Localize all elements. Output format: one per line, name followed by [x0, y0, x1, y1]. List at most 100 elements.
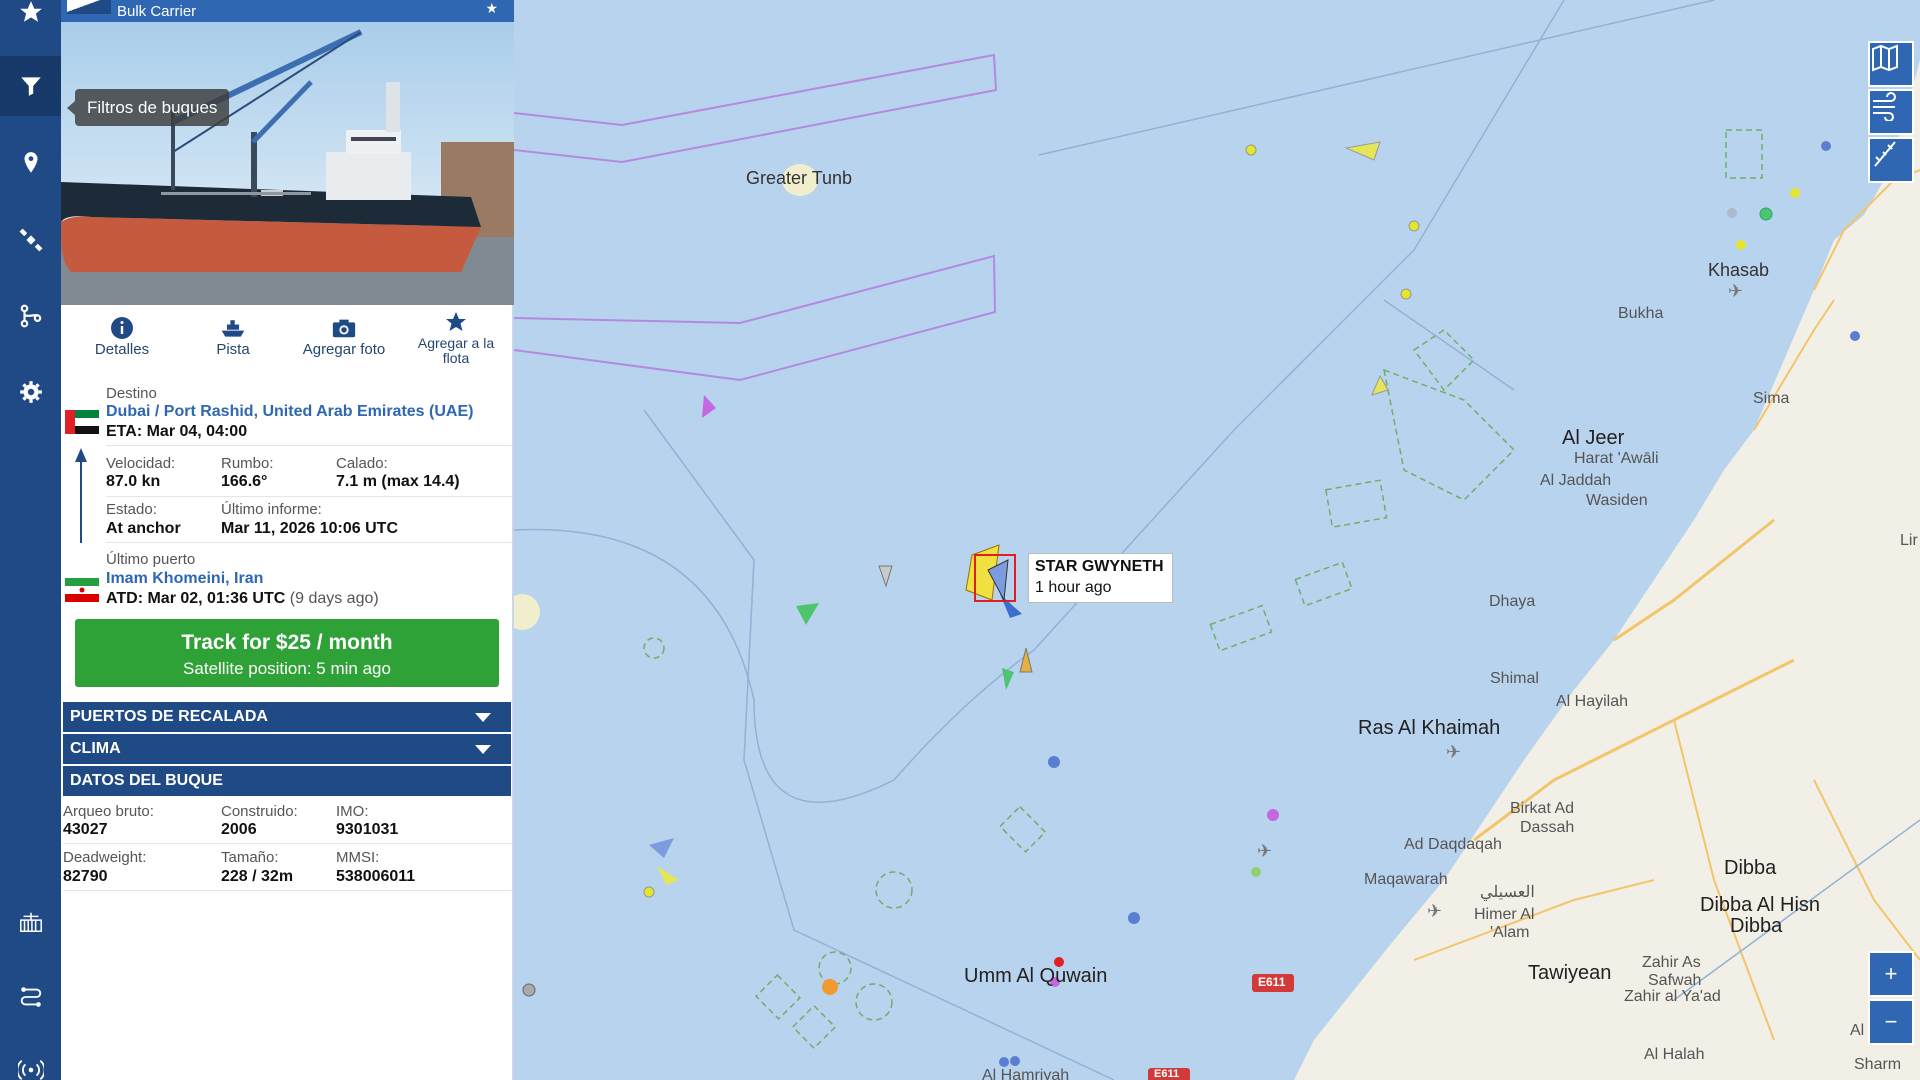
svg-text:✈: ✈: [1257, 841, 1272, 862]
place-zahir-3: Zahir al Ya'ad: [1624, 988, 1721, 1005]
place-al-jaddah: Al Jaddah: [1540, 472, 1612, 489]
filter-tooltip: Filtros de buques: [66, 89, 230, 126]
place-sima: Sima: [1753, 390, 1790, 407]
destination-label: Destino: [106, 385, 157, 402]
add-fleet-label-1: Agregar a la: [417, 335, 495, 351]
status-value: At anchor: [106, 520, 181, 537]
details-label: Detalles: [94, 341, 150, 358]
ship-icon: [221, 320, 245, 337]
iran-flag-icon: [65, 578, 99, 602]
last-port-ago: (9 days ago): [289, 590, 379, 607]
add-photo-button[interactable]: Agregar foto: [289, 312, 399, 357]
filter-icon[interactable]: [0, 56, 61, 116]
place-wasiden: Wasiden: [1586, 492, 1648, 509]
place-dibba: Dibba: [1724, 857, 1777, 879]
vessel-data-title: DATOS DEL BUQUE: [70, 772, 223, 789]
place-al-hamriyah: Al Hamriyah: [982, 1067, 1070, 1080]
svg-text:✈: ✈: [1427, 901, 1442, 922]
left-icon-rail: [0, 0, 61, 1080]
track-button-title: Track for $25 / month: [181, 631, 393, 654]
destination-port-link[interactable]: Dubai / Port Rashid, United Arab Emirate…: [106, 403, 473, 421]
deadweight-label: Deadweight:: [63, 849, 147, 866]
chevron-down-icon: [475, 745, 491, 754]
chevron-down-icon: [475, 713, 491, 722]
svg-text:✈: ✈: [1728, 281, 1743, 302]
track-subscription-button[interactable]: Track for $25 / month Satellite position…: [75, 619, 499, 687]
gross-tonnage-label: Arqueo bruto:: [63, 803, 154, 820]
weather-section[interactable]: CLIMA: [63, 734, 511, 764]
place-birkat-2: Dassah: [1520, 819, 1575, 836]
place-maqawarah: Maqawarah: [1364, 871, 1448, 888]
place-al-halah: Al Halah: [1644, 1046, 1705, 1063]
last-port-atd: ATD: Mar 02, 01:36 UTC: [106, 590, 286, 607]
details-button[interactable]: Detalles: [67, 312, 177, 357]
status-label: Estado:: [106, 501, 157, 518]
place-khasab: Khasab: [1708, 260, 1770, 280]
place-dhaya: Dhaya: [1489, 593, 1536, 610]
port-cargo-icon[interactable]: [0, 892, 61, 952]
built-value: 2006: [221, 821, 257, 838]
add-photo-label: Agregar foto: [302, 341, 386, 358]
course-value: 166.6°: [221, 473, 268, 490]
add-fleet-label-2: flota: [442, 350, 470, 366]
course-arrow-icon: [75, 448, 87, 543]
selected-ship-label[interactable]: STAR GWYNETH 1 hour ago: [1028, 553, 1173, 603]
place-ras-al-khaimah: Ras Al Khaimah: [1358, 717, 1501, 739]
map-layers-icon[interactable]: [1868, 41, 1914, 87]
info-icon: [111, 317, 133, 339]
satellite-icon[interactable]: [0, 210, 61, 270]
place-tawiyean: Tawiyean: [1528, 962, 1612, 984]
gross-tonnage-value: 43027: [63, 821, 108, 838]
draught-value: 7.1 m (max 14.4): [336, 473, 460, 490]
antenna-icon[interactable]: [0, 1040, 61, 1080]
add-to-fleet-button[interactable]: Agregar a la flota: [401, 306, 511, 366]
zoom-out-button[interactable]: −: [1868, 999, 1914, 1045]
ship-name: STAR GWYNETH: [1035, 558, 1164, 575]
ship-last-seen: 1 hour ago: [1035, 579, 1112, 596]
last-port-atd-row: ATD: Mar 02, 01:36 UTC (9 days ago): [106, 590, 379, 608]
routes-icon[interactable]: [0, 967, 61, 1027]
place-himer-2: 'Alam: [1490, 924, 1530, 941]
uae-flag-icon: [65, 410, 99, 434]
place-bukha: Bukha: [1618, 305, 1664, 322]
place-umm-al-quwain: Umm Al Quwain: [964, 965, 1108, 987]
built-label: Construido:: [221, 803, 298, 820]
last-report-label: Último informe:: [221, 501, 322, 518]
track-label: Pista: [216, 341, 250, 358]
weather-wind-icon[interactable]: [1868, 89, 1914, 135]
speed-label: Velocidad:: [106, 455, 176, 472]
last-port-label: Último puerto: [106, 551, 196, 568]
place-al-jeer: Al Jeer: [1562, 427, 1625, 449]
ports-of-call-section[interactable]: PUERTOS DE RECALADA: [63, 702, 511, 732]
last-port-link[interactable]: Imam Khomeini, Iran: [106, 570, 263, 588]
mmsi-value: 538006011: [336, 868, 416, 885]
star-icon[interactable]: [0, 0, 61, 42]
place-lir: Lir: [1900, 532, 1918, 549]
road-e611-label: E611: [1258, 975, 1286, 989]
last-report-value: Mar 11, 2026 10:06 UTC: [221, 520, 398, 537]
place-dibba-al-hisn-2: Dibba: [1730, 915, 1783, 937]
place-himer-1: Himer Al: [1474, 906, 1535, 923]
place-birkat-1: Birkat Ad: [1510, 800, 1575, 817]
track-button-subtitle: Satellite position: 5 min ago: [183, 659, 391, 678]
favorite-star-icon[interactable]: ★: [485, 0, 498, 17]
route-icon[interactable]: [0, 286, 61, 346]
place-dibba-al-hisn-1: Dibba Al Hisn: [1700, 894, 1821, 916]
camera-icon: [332, 319, 356, 338]
course-label: Rumbo:: [221, 455, 274, 472]
zoom-in-button[interactable]: +: [1868, 951, 1914, 997]
size-value: 228 / 32m: [221, 868, 294, 885]
track-button[interactable]: Pista: [178, 312, 288, 357]
settings-gear-icon[interactable]: [0, 362, 61, 422]
vessel-detail-panel: Bulk Carrier ★ Filtros de buques Detalle…: [61, 0, 514, 1080]
vessel-data-section[interactable]: DATOS DEL BUQUE: [63, 766, 511, 796]
draught-label: Calado:: [336, 455, 388, 472]
place-zahir-1: Zahir As: [1642, 954, 1701, 971]
vessel-type: Bulk Carrier: [117, 2, 197, 20]
map-canvas[interactable]: ✈ ✈ ✈ ✈ Greater Tunb Khasab Bukha Sima A…: [514, 0, 1920, 1080]
imo-value: 9301031: [336, 821, 399, 838]
vessel-photo[interactable]: Filtros de buques: [61, 22, 514, 305]
location-pin-icon[interactable]: [0, 133, 61, 193]
measure-compass-icon[interactable]: [1868, 137, 1914, 183]
place-arabic-town: العسيلي: [1480, 884, 1535, 901]
